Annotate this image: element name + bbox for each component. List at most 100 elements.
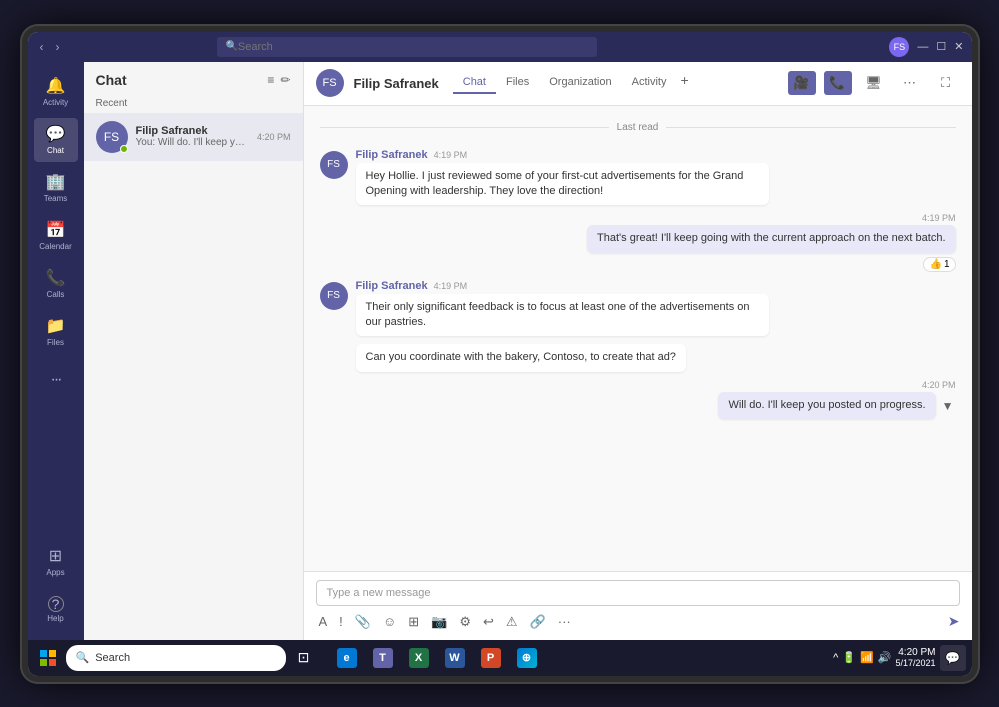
attach-button[interactable]: 📎: [352, 612, 374, 632]
tab-chat[interactable]: Chat: [453, 72, 496, 94]
message-input-box[interactable]: Type a new message: [316, 580, 960, 606]
notification-icon: 💬: [945, 651, 960, 665]
user-avatar[interactable]: FS: [889, 37, 909, 57]
chat-item-initials: FS: [104, 130, 119, 144]
screen-share-button[interactable]: 🖥: [860, 71, 888, 95]
chat-header-initials: FS: [322, 77, 336, 89]
message-content: Can you coordinate with the bakery, Cont…: [356, 344, 686, 371]
message-bubble: Can you coordinate with the bakery, Cont…: [356, 344, 686, 371]
giphy-button[interactable]: ⊞: [405, 612, 422, 632]
taskbar-app-edge[interactable]: ⊕: [510, 642, 544, 674]
sidebar-item-help[interactable]: ? Help: [34, 588, 78, 632]
more-icon: ···: [51, 371, 61, 389]
screen-share-icon: 🖥: [865, 75, 882, 91]
search-icon: 🔍: [225, 41, 237, 52]
sidebar-item-files[interactable]: 📁 Files: [34, 310, 78, 354]
taskbar-app-teams[interactable]: T: [366, 642, 400, 674]
chat-list-icons: ≡ ✏: [267, 73, 290, 87]
message-row: 4:20 PM Will do. I'll keep you posted on…: [320, 380, 956, 419]
link-button[interactable]: 🔗: [527, 612, 549, 632]
chat-icon: 💬: [46, 124, 66, 144]
message-content: Filip Safranek 4:19 PM Their only signif…: [356, 280, 769, 337]
sticker-button[interactable]: 📷: [428, 612, 450, 632]
video-icon: 🎥: [793, 75, 809, 91]
sidebar: 🔔 Activity 💬 Chat 🏢 Teams 📅 Calendar 📞: [28, 62, 84, 640]
expand-button[interactable]: ⛶: [932, 71, 960, 95]
taskbar-app-excel[interactable]: X: [402, 642, 436, 674]
chevron-up-icon[interactable]: ^: [833, 652, 838, 664]
like-button[interactable]: ↩: [480, 612, 497, 632]
sidebar-item-chat[interactable]: 💬 Chat: [34, 118, 78, 162]
close-button[interactable]: ✕: [954, 40, 963, 53]
message-bubble: Their only significant feedback is to fo…: [356, 294, 769, 337]
recent-label: Recent: [84, 94, 303, 113]
message-sender-row: Filip Safranek 4:19 PM: [356, 149, 769, 161]
chat-list-panel: Chat ≡ ✏ Recent FS Filip Safranek You: W…: [84, 62, 304, 640]
expand-icon: ⛶: [941, 75, 950, 91]
message-timestamp: 4:19 PM: [922, 213, 956, 223]
chat-header-actions: 🎥 📞 🖥 ⋯ ⛶: [788, 71, 960, 95]
wifi-icon: 📶: [860, 651, 874, 664]
filter-icon[interactable]: ≡: [267, 73, 274, 87]
online-status-dot: [120, 145, 128, 153]
chat-header-tabs: Chat Files Organization Activity +: [453, 72, 693, 94]
sidebar-item-calls[interactable]: 📞 Calls: [34, 262, 78, 306]
audio-call-button[interactable]: 📞: [824, 71, 852, 95]
format-button[interactable]: A: [316, 612, 331, 631]
taskbar-search[interactable]: 🔍 Search: [66, 645, 286, 671]
chat-item-avatar: FS: [96, 121, 128, 153]
tab-files[interactable]: Files: [496, 72, 539, 94]
title-bar-search-box[interactable]: 🔍: [217, 37, 597, 57]
last-read-line-left: [320, 127, 609, 128]
compose-icon[interactable]: ✏: [280, 73, 290, 87]
chat-header: FS Filip Safranek Chat Files Organizatio…: [304, 62, 972, 106]
sidebar-label-calendar: Calendar: [39, 242, 71, 251]
title-bar: ‹ › 🔍 FS — ☐ ✕: [28, 32, 972, 62]
nav-back[interactable]: ‹: [36, 40, 48, 54]
video-call-button[interactable]: 🎥: [788, 71, 816, 95]
message-input-area: Type a new message A ! 📎 ☺ ⊞ 📷 ⚙ ↩ ⚠ 🔗 ·…: [304, 571, 972, 640]
volume-icon[interactable]: 🔊: [878, 651, 892, 664]
tab-organization[interactable]: Organization: [539, 72, 621, 94]
maximize-button[interactable]: ☐: [936, 40, 946, 53]
task-view-button[interactable]: ⊡: [290, 644, 318, 672]
title-bar-controls: FS — ☐ ✕: [889, 37, 963, 57]
sidebar-item-calendar[interactable]: 📅 Calendar: [34, 214, 78, 258]
taskbar-app-word[interactable]: W: [438, 642, 472, 674]
chat-list-item[interactable]: FS Filip Safranek You: Will do. I'll kee…: [84, 113, 303, 161]
taskbar-clock[interactable]: 4:20 PM 5/17/2021: [895, 647, 935, 668]
excel-icon: X: [409, 648, 429, 668]
sidebar-item-apps[interactable]: ⊞ Apps: [34, 540, 78, 584]
sidebar-item-activity[interactable]: 🔔 Activity: [34, 70, 78, 114]
nav-forward[interactable]: ›: [52, 40, 64, 54]
bold-button[interactable]: !: [336, 612, 346, 631]
send-button[interactable]: ➤: [948, 613, 960, 630]
add-tab-button[interactable]: +: [676, 72, 692, 94]
start-button[interactable]: [34, 644, 62, 672]
message-sender-name: Filip Safranek: [356, 280, 428, 292]
more-toolbar-button[interactable]: ···: [555, 612, 574, 631]
reaction-badge[interactable]: 👍 1: [923, 257, 955, 272]
sidebar-label-activity: Activity: [43, 98, 68, 107]
message-timestamp: 4:19 PM: [434, 281, 468, 291]
message-bubble: That's great! I'll keep going with the c…: [587, 225, 955, 252]
notification-button[interactable]: 💬: [940, 645, 966, 671]
title-bar-search-input[interactable]: [238, 41, 590, 53]
more-icon: ⋯: [903, 75, 916, 91]
message-timestamp: 4:20 PM: [922, 380, 956, 390]
more-actions-button[interactable]: ⋯: [896, 71, 924, 95]
taskbar-app-powerpoint[interactable]: P: [474, 642, 508, 674]
taskbar-app-store[interactable]: e: [330, 642, 364, 674]
message-options-button[interactable]: ▼: [940, 399, 956, 413]
minimize-button[interactable]: —: [917, 41, 928, 53]
sidebar-item-teams[interactable]: 🏢 Teams: [34, 166, 78, 210]
audio-icon: 📞: [829, 75, 845, 91]
chat-main: FS Filip Safranek Chat Files Organizatio…: [304, 62, 972, 640]
tab-activity[interactable]: Activity: [622, 72, 677, 94]
emoji-button[interactable]: ☺: [380, 612, 399, 631]
mention-button[interactable]: ⚠: [503, 612, 521, 632]
chat-list-title: Chat: [96, 72, 127, 88]
taskbar-time: 4:20 PM: [895, 647, 935, 658]
schedule-button[interactable]: ⚙: [456, 612, 474, 632]
sidebar-item-more[interactable]: ···: [34, 358, 78, 402]
